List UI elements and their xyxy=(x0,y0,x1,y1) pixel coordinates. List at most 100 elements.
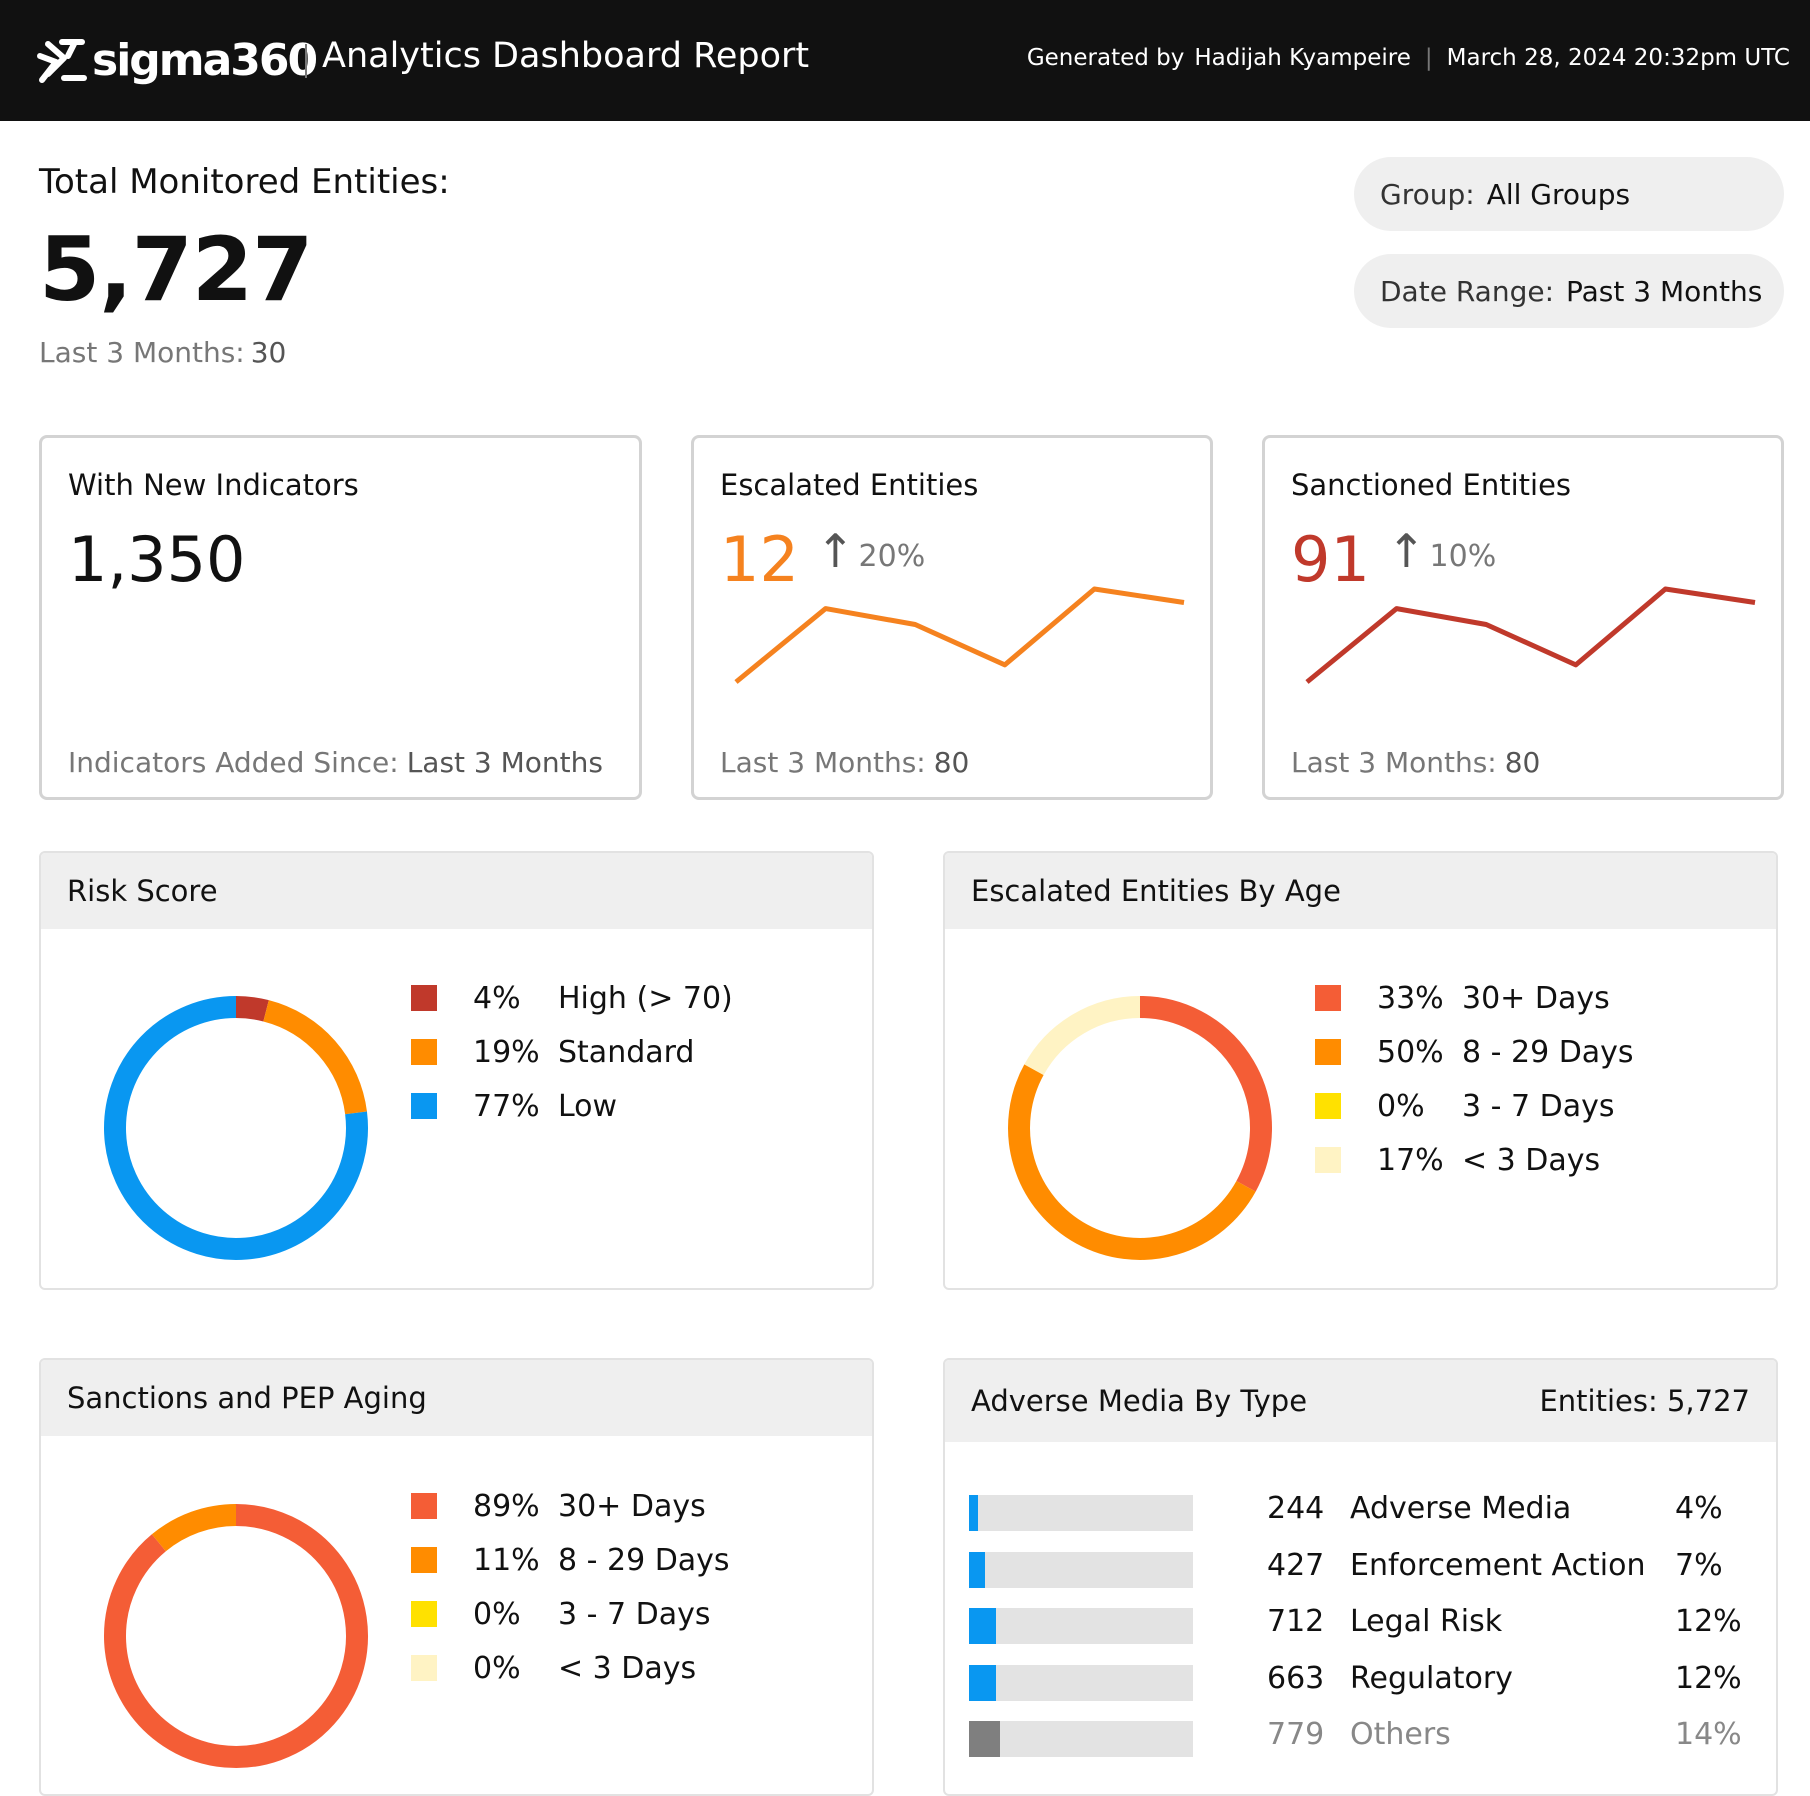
bar-count: 712 xyxy=(1267,1604,1325,1639)
header-bar: sigma360 Analytics Dashboard Report Gene… xyxy=(0,0,1810,121)
legend-percent: 33% xyxy=(1377,980,1444,1016)
legend-item: 4% High (> 70) xyxy=(411,971,733,1025)
adverse-media-row: 712 Legal Risk 12% xyxy=(945,1596,1776,1652)
entities-count: Entities: 5,727 xyxy=(1539,1384,1750,1418)
risk-score-panel: Risk Score 4% High (> 70) 19% Standard 77% Lo… xyxy=(39,851,874,1290)
bar-category-label: Legal Risk xyxy=(1350,1604,1503,1639)
header-divider xyxy=(305,44,307,78)
date-range-value: Past 3 Months xyxy=(1566,274,1763,308)
bar-percent: 12% xyxy=(1675,1604,1742,1639)
bar-percent: 7% xyxy=(1675,1547,1723,1583)
bar-fill xyxy=(969,1721,1001,1757)
kpi-trend: ↑ 10% xyxy=(1387,528,1496,574)
legend-swatch xyxy=(411,1493,437,1519)
generated-by-label: Generated by xyxy=(1026,45,1185,71)
bar-count: 244 xyxy=(1267,1491,1325,1526)
legend-swatch xyxy=(1315,1093,1341,1119)
sanctions-pep-aging-panel: Sanctions and PEP Aging 89% 30+ Days 11% 8 … xyxy=(39,1358,874,1796)
bar-track xyxy=(969,1721,1193,1757)
generated-by-name: Hadijah Kyampeire xyxy=(1194,45,1411,71)
kpi-trend-value: 20% xyxy=(858,539,926,574)
bar-percent: 12% xyxy=(1675,1660,1742,1696)
kpi-card-new-indicators[interactable]: With New Indicators 1,350 Indicators Add… xyxy=(39,435,642,800)
legend-swatch xyxy=(411,1601,437,1627)
adverse-media-row: 427 Enforcement Action 7% xyxy=(945,1540,1776,1596)
legend-item: 77% Low xyxy=(411,1079,617,1133)
legend-swatch xyxy=(411,1655,437,1681)
legend-percent: 89% xyxy=(473,1488,540,1524)
bar-count: 663 xyxy=(1267,1660,1325,1696)
legend-percent: 17% xyxy=(1377,1142,1444,1178)
legend-item: 89% 30+ Days xyxy=(411,1479,706,1533)
kpi-card-escalated[interactable]: Escalated Entities 12 ↑ 20% Last 3 Month… xyxy=(691,435,1213,800)
sparkline-series xyxy=(1305,586,1756,684)
donut-slice[interactable] xyxy=(263,1000,367,1115)
bar-percent: 4% xyxy=(1675,1491,1723,1526)
legend-swatch xyxy=(1315,985,1341,1011)
legend-label: < 3 Days xyxy=(558,1650,697,1686)
kpi-title: With New Indicators xyxy=(68,468,359,502)
kpi-title: Escalated Entities xyxy=(720,468,979,502)
kpi-footer-value: Last 3 Months xyxy=(406,746,603,779)
donut-slice[interactable] xyxy=(151,1504,237,1552)
bar-category-label: Enforcement Action xyxy=(1350,1547,1646,1583)
legend-swatch xyxy=(1315,1147,1341,1173)
legend-label: Standard xyxy=(558,1034,695,1070)
donut-slice[interactable] xyxy=(1139,996,1272,1192)
bar-track xyxy=(969,1551,1193,1588)
kpi-trend: ↑ 20% xyxy=(816,528,925,574)
bar-track xyxy=(969,1495,1193,1531)
bar-track xyxy=(969,1608,1193,1644)
legend-swatch xyxy=(411,985,437,1011)
legend-percent: 11% xyxy=(473,1542,540,1578)
bar-track xyxy=(969,1664,1193,1701)
kpi-footer: Last 3 Months: 80 xyxy=(720,746,969,779)
kpi-footer-label: Indicators Added Since: xyxy=(68,746,399,779)
donut-slice[interactable] xyxy=(235,996,269,1022)
legend-item: 0% 3 - 7 Days xyxy=(411,1587,710,1641)
group-filter[interactable]: Group: All Groups xyxy=(1354,157,1784,231)
total-last-value: 30 xyxy=(250,336,287,369)
date-range-label: Date Range: xyxy=(1380,274,1555,308)
donut-slice[interactable] xyxy=(104,1504,368,1768)
panel-header: Adverse Media By Type Entities: 5,727 xyxy=(945,1360,1776,1442)
legend-item: 19% Standard xyxy=(411,1025,694,1079)
bar-category-label: Regulatory xyxy=(1350,1660,1513,1696)
legend-percent: 19% xyxy=(473,1034,540,1070)
group-filter-value: All Groups xyxy=(1486,177,1631,211)
bar-count: 427 xyxy=(1267,1547,1325,1583)
date-range-filter[interactable]: Date Range: Past 3 Months xyxy=(1354,254,1784,328)
bar-category-label: Adverse Media xyxy=(1350,1491,1572,1526)
legend-label: 8 - 29 Days xyxy=(558,1542,730,1578)
kpi-card-sanctioned[interactable]: Sanctioned Entities 91 ↑ 10% Last 3 Mont… xyxy=(1262,435,1784,800)
legend-item: 17% < 3 Days xyxy=(1315,1133,1600,1187)
kpi-value: 1,350 xyxy=(68,523,246,596)
donut-slice[interactable] xyxy=(1008,1064,1256,1260)
bar-category-label: Others xyxy=(1350,1717,1451,1752)
adverse-media-row: 779 Others 14% xyxy=(945,1709,1776,1765)
bar-fill xyxy=(969,1551,985,1588)
legend-percent: 77% xyxy=(473,1088,540,1124)
legend-percent: 0% xyxy=(473,1596,521,1632)
donut-slice[interactable] xyxy=(1024,996,1141,1076)
panel-title: Sanctions and PEP Aging xyxy=(67,1381,427,1415)
kpi-footer-value: 80 xyxy=(1504,746,1541,779)
risk-score-donut xyxy=(104,996,368,1260)
adverse-media-row: 244 Adverse Media 4% xyxy=(945,1483,1776,1539)
brand-logo[interactable]: sigma360 xyxy=(34,30,318,90)
legend-percent: 50% xyxy=(1377,1034,1444,1070)
legend-label: < 3 Days xyxy=(1462,1142,1601,1178)
total-last-label: Last 3 Months: xyxy=(39,336,245,369)
legend-label: 3 - 7 Days xyxy=(1462,1088,1615,1124)
bar-percent: 14% xyxy=(1675,1717,1742,1752)
legend-percent: 4% xyxy=(473,980,521,1016)
kpi-footer-label: Last 3 Months: xyxy=(720,746,926,779)
bar-count: 779 xyxy=(1267,1717,1325,1752)
escalated-age-donut xyxy=(1008,996,1272,1260)
total-monitored-label: Total Monitored Entities: xyxy=(39,162,450,202)
report-title: Analytics Dashboard Report xyxy=(322,36,810,76)
bar-fill xyxy=(969,1495,978,1531)
total-monitored-value: 5,727 xyxy=(39,218,313,321)
legend-label: 8 - 29 Days xyxy=(1462,1034,1634,1070)
arrow-up-icon: ↑ xyxy=(816,524,855,578)
